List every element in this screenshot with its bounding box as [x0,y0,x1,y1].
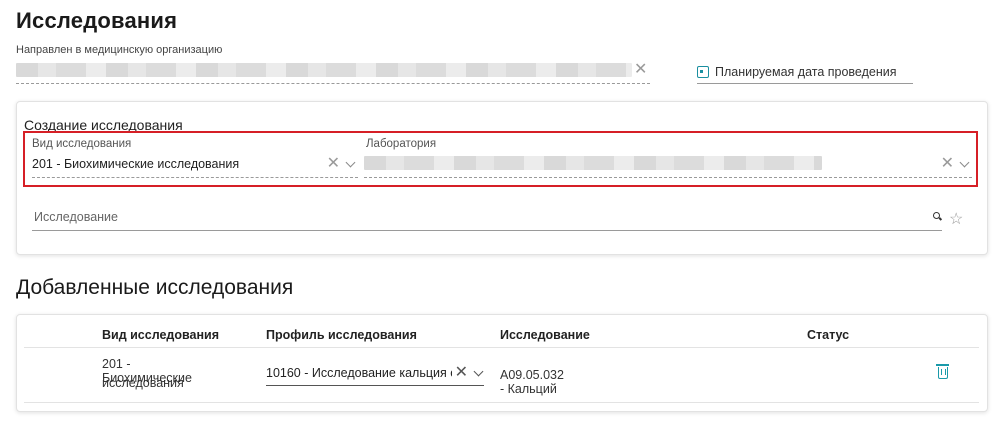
planned-date-field[interactable]: Планируемая дата проведения [697,60,913,84]
chevron-down-icon[interactable] [473,366,484,376]
redacted-value [16,63,632,77]
study-type-select[interactable]: 201 - Биохимические исследования ✕ [32,152,358,178]
trash-icon[interactable] [936,364,949,379]
close-icon[interactable]: ✕ [634,62,647,78]
referral-label: Направлен в медицинскую организацию [16,44,223,56]
page-title: Исследования [16,8,178,33]
calendar-icon [697,65,709,78]
redacted-value [364,156,822,170]
column-header-status: Статус [807,328,850,342]
referral-field[interactable]: ✕ [16,60,650,84]
study-search-input[interactable]: Исследование [32,205,942,231]
close-icon[interactable]: ✕ [327,156,340,172]
close-icon[interactable]: ✕ [941,156,954,172]
chevron-down-icon[interactable] [345,157,356,167]
study-type-value: 201 - Биохимические исследования [32,157,240,171]
column-header-study: Исследование [500,328,590,342]
study-search-placeholder: Исследование [34,210,118,224]
close-icon[interactable]: ✕ [455,365,468,381]
study-type-label: Вид исследования [32,138,132,150]
profile-value: 10160 - Исследование кальция об [266,366,452,380]
added-studies-title: Добавленные исследования [16,276,294,299]
profile-select[interactable]: 10160 - Исследование кальция об ✕ [266,360,484,386]
row-study-type-line2: исследования [102,376,184,390]
chevron-down-icon[interactable] [959,157,970,167]
column-header-profile: Профиль исследования [266,328,417,342]
star-icon[interactable]: ☆ [949,212,963,228]
laboratory-label: Лаборатория [366,138,437,150]
header-divider [24,347,979,348]
planned-date-label: Планируемая дата проведения [715,64,897,79]
row-study: A09.05.032 - Кальций [500,368,564,396]
laboratory-select[interactable]: ✕ [364,152,972,178]
search-icon[interactable] [933,212,940,219]
column-header-study-type: Вид исследования [102,328,220,342]
row-divider [24,402,979,403]
